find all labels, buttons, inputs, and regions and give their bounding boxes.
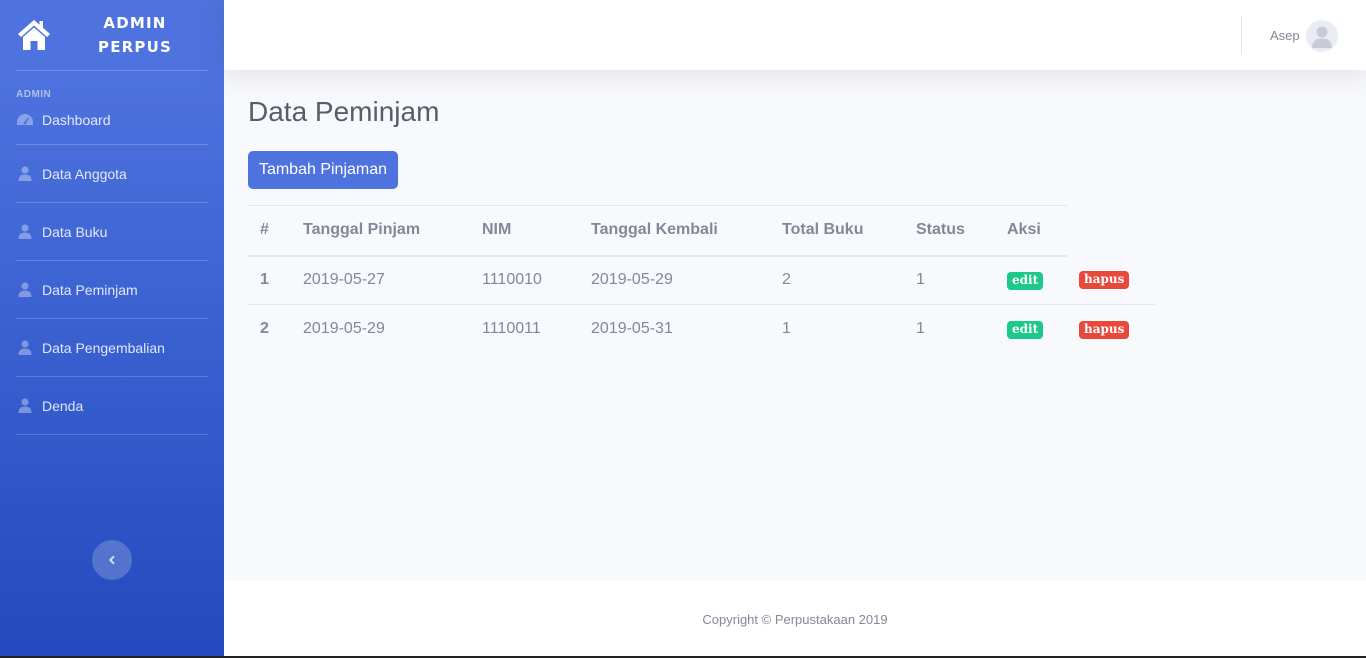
brand-line-2: PERPUS (98, 38, 172, 56)
column-header-tanggal-kembali: Tanggal Kembali (579, 205, 770, 257)
cell-tanggal-kembali: 2019-05-29 (591, 271, 673, 289)
cell-number: 2 (248, 304, 291, 354)
tachometer-icon (16, 112, 34, 128)
column-header-status: Status (904, 205, 995, 257)
column-header-aksi: Aksi (995, 205, 1067, 257)
delete-button[interactable]: hapus (1079, 320, 1130, 339)
user-name[interactable]: Asep (1270, 28, 1300, 43)
sidebar-heading: ADMIN (16, 89, 52, 100)
cell-tanggal-kembali: 2019-05-31 (579, 304, 770, 354)
user-icon (16, 282, 34, 298)
sidebar-item-data-anggota[interactable]: Data Anggota (0, 145, 224, 202)
sidebar-item-data-buku[interactable]: Data Buku (0, 203, 224, 260)
sidebar-toggle-button[interactable] (92, 540, 132, 580)
user-icon (16, 340, 34, 356)
sidebar: ADMIN PERPUS ADMIN Dashboard Data Anggot… (0, 0, 224, 658)
cell-total-buku: 1 (770, 304, 904, 354)
sidebar-item-label: Denda (42, 397, 84, 414)
user-icon (16, 166, 34, 182)
sidebar-brand[interactable]: ADMIN PERPUS (0, 0, 224, 70)
sidebar-item-dashboard[interactable]: Dashboard (0, 101, 224, 144)
sidebar-item-label: Dashboard (42, 111, 111, 128)
column-header-total-buku: Total Buku (770, 205, 904, 257)
column-header-spacer (1067, 206, 1155, 256)
cell-nim: 1110010 (482, 271, 542, 289)
table-row: 2 2019-05-29 1110011 2019-05-31 1 1 edit… (248, 304, 1155, 354)
column-header-number: # (248, 205, 291, 257)
cell-total-buku: 2 (782, 271, 791, 289)
edit-button[interactable]: edit (1007, 320, 1044, 339)
sidebar-item-label: Data Peminjam (42, 281, 138, 298)
cell-aksi: edit (995, 304, 1067, 354)
cell-status: 1 (916, 271, 925, 289)
cell-aksi: edit (995, 256, 1067, 305)
sidebar-item-label: Data Anggota (42, 165, 127, 182)
loans-table: # Tanggal Pinjam NIM Tanggal Kembali Tot… (248, 205, 1155, 354)
sidebar-item-label: Data Pengembalian (42, 339, 165, 356)
sidebar-item-data-pengembalian[interactable]: Data Pengembalian (0, 319, 224, 376)
user-avatar-icon[interactable] (1306, 20, 1338, 52)
cell-status: 1 (904, 304, 995, 354)
page-title: Data Peminjam (248, 96, 440, 127)
table-row: 1 2019-05-27 1110010 2019-05-29 2 1 edit… (248, 256, 1155, 305)
cell-tanggal-pinjam: 2019-05-29 (291, 304, 470, 354)
sidebar-item-label: Data Buku (42, 223, 108, 240)
brand-name: ADMIN PERPUS (98, 11, 172, 59)
topbar-divider (1241, 16, 1242, 54)
user-icon (16, 224, 34, 240)
sidebar-item-data-peminjam[interactable]: Data Peminjam (0, 261, 224, 318)
cell-number: 1 (260, 271, 269, 289)
footer: Copyright © Perpustakaan 2019 (224, 581, 1366, 658)
user-icon (16, 398, 34, 414)
sidebar-divider (16, 434, 208, 435)
copyright-text: Copyright © Perpustakaan 2019 (702, 612, 888, 627)
column-header-tanggal-pinjam: Tanggal Pinjam (291, 205, 470, 257)
cell-aksi-hapus: hapus (1067, 304, 1155, 354)
sidebar-item-denda[interactable]: Denda (0, 377, 224, 434)
chevron-left-icon (109, 555, 115, 565)
column-header-nim: NIM (470, 205, 579, 257)
topbar: Asep (224, 0, 1366, 70)
brand-line-1: ADMIN (103, 14, 167, 32)
add-loan-button[interactable]: Tambah Pinjaman (248, 151, 398, 189)
cell-aksi-hapus: hapus (1067, 256, 1155, 305)
home-icon (18, 20, 50, 50)
table-header-row: # Tanggal Pinjam NIM Tanggal Kembali Tot… (248, 205, 1155, 257)
cell-tanggal-pinjam: 2019-05-27 (303, 271, 385, 289)
delete-button[interactable]: hapus (1079, 271, 1130, 290)
edit-button[interactable]: edit (1007, 271, 1044, 290)
cell-nim: 1110011 (470, 304, 579, 354)
